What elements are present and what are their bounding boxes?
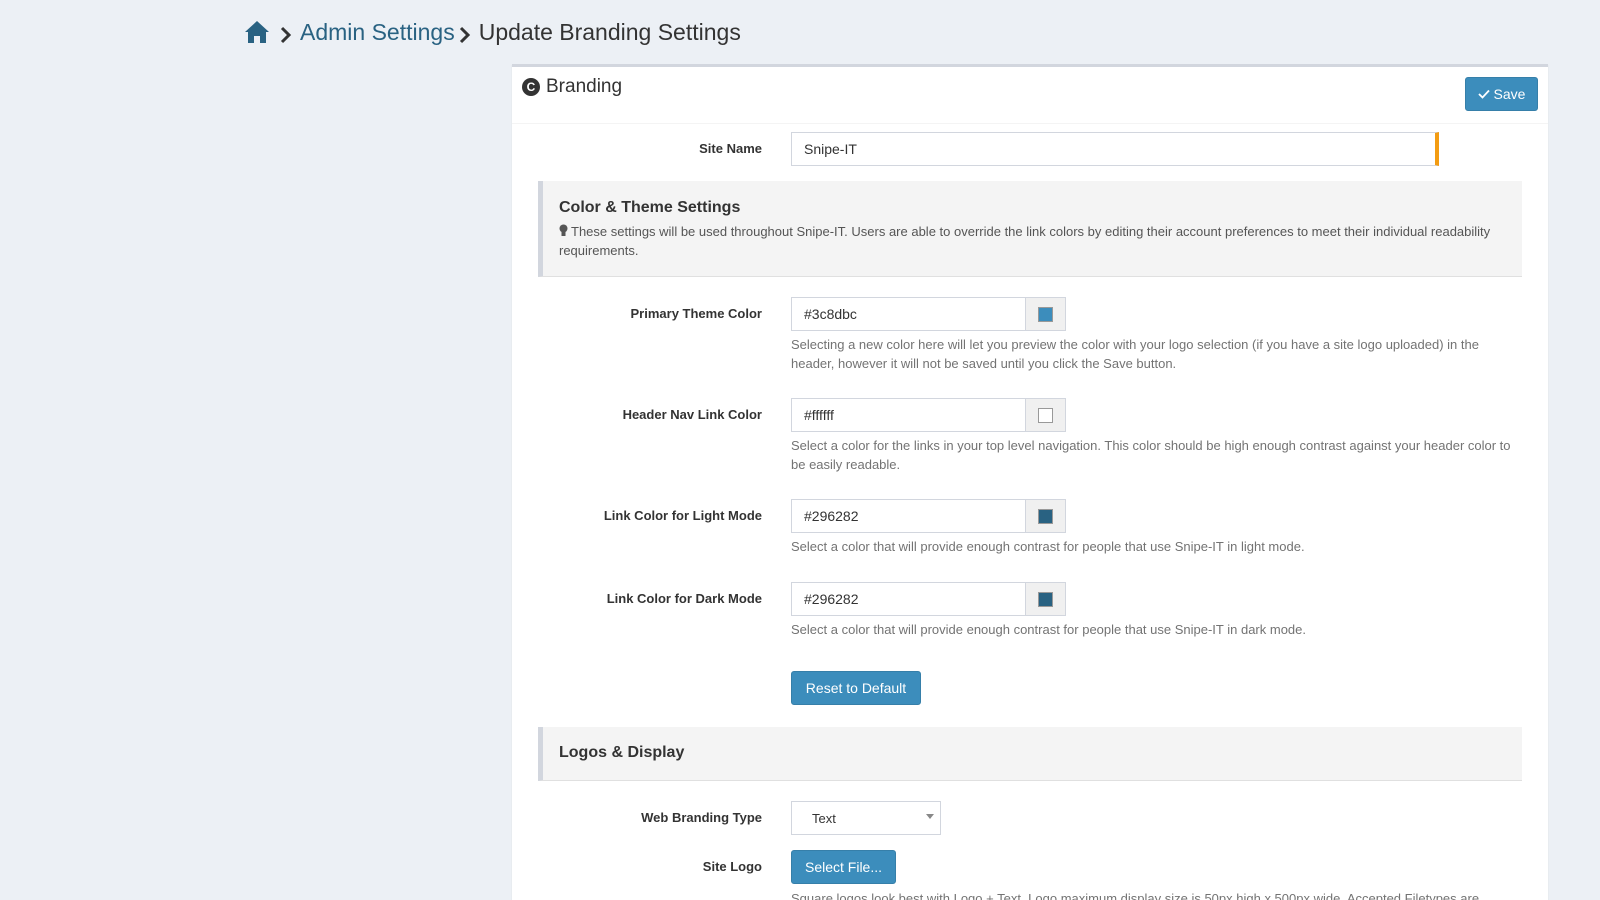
color-swatch <box>1038 508 1053 524</box>
header-nav-link-color-label: Header Nav Link Color <box>622 407 762 422</box>
caret-down-icon <box>926 814 934 819</box>
link-color-dark-input[interactable]: #296282 <box>791 582 1026 616</box>
chevron-right-icon <box>459 23 471 44</box>
primary-theme-color-label: Primary Theme Color <box>630 306 763 321</box>
breadcrumb-admin-settings[interactable]: Admin Settings <box>300 19 455 46</box>
color-swatch <box>1038 591 1053 607</box>
box-header: C Branding Save <box>512 67 1548 124</box>
link-color-dark-help: Select a color that will provide enough … <box>791 622 1306 637</box>
color-swatch <box>1038 306 1053 322</box>
primary-theme-color-help: Selecting a new color here will let you … <box>791 337 1479 371</box>
color-theme-description: These settings will be used throughout S… <box>559 223 1506 260</box>
color-theme-title: Color & Theme Settings <box>559 199 741 216</box>
breadcrumb: Admin Settings Update Branding Settings <box>244 16 741 48</box>
logos-display-section: Logos & Display <box>538 727 1522 781</box>
check-icon <box>1477 89 1490 99</box>
header-nav-link-color-picker[interactable] <box>1025 398 1066 432</box>
site-logo-label: Site Logo <box>702 859 762 874</box>
home-icon[interactable] <box>244 20 270 44</box>
color-theme-section: Color & Theme Settings These settings wi… <box>538 181 1522 277</box>
link-color-dark-label: Link Color for Dark Mode <box>606 591 762 606</box>
link-color-light-input[interactable]: #296282 <box>791 499 1026 533</box>
header-nav-link-color-help: Select a color for the links in your top… <box>791 438 1511 472</box>
link-color-light-picker[interactable] <box>1025 499 1066 533</box>
link-color-dark-picker[interactable] <box>1025 582 1066 616</box>
site-name-label: Site Name <box>699 141 762 156</box>
link-color-light-label: Link Color for Light Mode <box>603 508 762 523</box>
box-title-text: Branding <box>546 76 623 97</box>
chevron-right-icon <box>280 23 292 44</box>
box-title: C Branding <box>522 76 622 98</box>
logos-display-title: Logos & Display <box>559 744 685 761</box>
select-file-button[interactable]: Select File... <box>791 850 896 884</box>
site-logo-help: Square logos look best with Logo + Text.… <box>791 891 1480 900</box>
web-branding-type-select[interactable]: Text <box>791 801 941 835</box>
breadcrumb-current: Update Branding Settings <box>478 18 741 45</box>
reset-to-default-button[interactable]: Reset to Default <box>791 671 921 705</box>
web-branding-type-value: Text <box>812 810 836 826</box>
save-button[interactable]: Save <box>1465 77 1538 111</box>
primary-theme-color-picker[interactable] <box>1025 297 1066 331</box>
web-branding-type-label: Web Branding Type <box>641 810 762 825</box>
header-nav-link-color-input[interactable]: #ffffff <box>791 398 1026 432</box>
save-button-label: Save <box>1493 86 1526 102</box>
copyright-icon: C <box>522 78 540 96</box>
color-swatch <box>1038 407 1053 423</box>
primary-theme-color-input[interactable]: #3c8dbc <box>791 297 1026 331</box>
lightbulb-icon <box>559 224 568 236</box>
color-theme-description-text: These settings will be used throughout S… <box>559 224 1491 258</box>
site-name-input[interactable]: Snipe-IT <box>791 132 1439 166</box>
link-color-light-help: Select a color that will provide enough … <box>791 539 1305 554</box>
